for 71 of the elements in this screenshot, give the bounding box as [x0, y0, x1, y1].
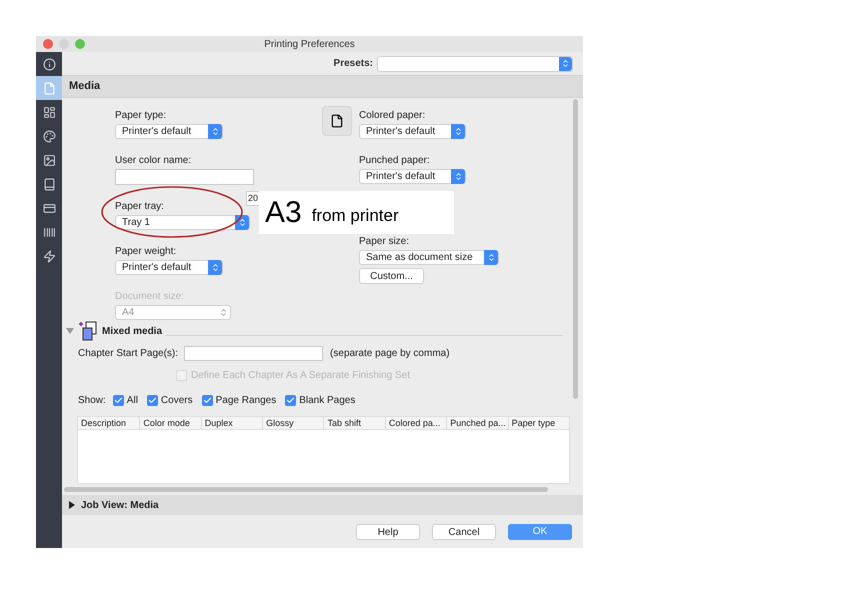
show-label: Show: — [78, 394, 106, 408]
book-icon — [42, 178, 56, 190]
dropdown[interactable]: Same as document size — [359, 250, 499, 265]
custom-button[interactable]: Custom... — [359, 268, 424, 284]
mixed-media-icon — [77, 320, 99, 342]
section-header: Media — [62, 76, 583, 98]
checkbox-label: All — [126, 394, 138, 408]
hint-text: (separate page by comma) — [330, 347, 450, 361]
checkbox[interactable] — [146, 395, 158, 406]
dropdown[interactable]: Printer's default — [359, 169, 466, 184]
column-header[interactable]: Tab shift — [323, 417, 385, 429]
field-label: Colored paper: — [359, 110, 426, 122]
zoom-button[interactable] — [75, 39, 85, 49]
field-label: Paper type: — [115, 110, 166, 122]
up-down-chevron-icon — [238, 218, 246, 227]
info-icon — [42, 58, 56, 70]
input-field[interactable] — [115, 169, 254, 185]
column-header[interactable]: Description — [78, 417, 140, 429]
dropdown[interactable]: Printer's default — [359, 124, 466, 139]
field-label: Paper tray: — [115, 201, 164, 213]
disclosure-triangle-icon[interactable] — [69, 501, 75, 509]
partial-field: 20 — [246, 191, 259, 206]
checkbox[interactable] — [202, 395, 213, 406]
column-header[interactable]: Color mode — [139, 417, 201, 429]
checkbox-label: Blank Pages — [299, 394, 356, 408]
up-down-chevron-icon — [218, 308, 228, 317]
presets-dropdown[interactable] — [377, 56, 573, 72]
field-label: Paper size: — [359, 236, 410, 248]
checkbox-label: Covers — [160, 394, 193, 408]
lightning-icon — [42, 250, 56, 262]
up-down-chevron-icon — [486, 253, 496, 262]
dialog-button[interactable]: Help — [356, 524, 420, 540]
horizontal-scrollbar[interactable] — [64, 487, 548, 492]
column-header[interactable]: Glossy — [262, 417, 324, 429]
column-header[interactable]: Duplex — [200, 417, 262, 429]
section-title: Job View: Media — [81, 498, 159, 512]
dialog-button[interactable]: Cancel — [432, 524, 496, 540]
section-title: Mixed media — [102, 324, 162, 338]
up-down-chevron-icon — [454, 127, 462, 136]
vertical-scrollbar[interactable] — [573, 99, 578, 399]
checkbox[interactable] — [285, 395, 296, 406]
document-icon — [42, 82, 56, 94]
up-down-chevron-icon — [210, 127, 220, 136]
callout-text: from printer — [312, 207, 399, 224]
dropdown[interactable]: Printer's default — [115, 260, 223, 275]
checkbox[interactable] — [112, 395, 124, 406]
presets-label: Presets: — [334, 57, 373, 71]
input-field[interactable] — [184, 346, 324, 361]
layout-icon — [42, 106, 56, 118]
paper-icon-button[interactable] — [322, 106, 352, 136]
card-icon — [42, 202, 56, 214]
window-title: Printing Preferences — [264, 38, 355, 52]
field-label: Punched paper: — [359, 155, 430, 167]
checkbox-label: Page Ranges — [216, 394, 276, 408]
paper-icon — [330, 114, 344, 128]
field-label: User color name: — [115, 155, 192, 167]
dropdown[interactable]: Printer's default — [115, 124, 223, 139]
image-icon — [42, 154, 56, 166]
close-button[interactable] — [43, 39, 53, 49]
palette-icon — [42, 130, 56, 142]
dropdown[interactable]: Tray 1 — [115, 215, 250, 230]
up-down-chevron-icon — [454, 172, 462, 181]
field-label: Chapter Start Page(s): — [78, 347, 178, 361]
up-down-chevron-icon — [210, 263, 220, 272]
callout-size: A3 — [265, 198, 302, 228]
column-header[interactable]: Colored pa... — [384, 417, 446, 429]
barcode-icon — [42, 226, 56, 238]
up-down-chevron-icon — [561, 59, 570, 68]
column-header[interactable]: Punched pa... — [446, 417, 508, 429]
field-label: Paper weight: — [115, 246, 176, 258]
column-header[interactable]: Paper type — [508, 417, 569, 429]
